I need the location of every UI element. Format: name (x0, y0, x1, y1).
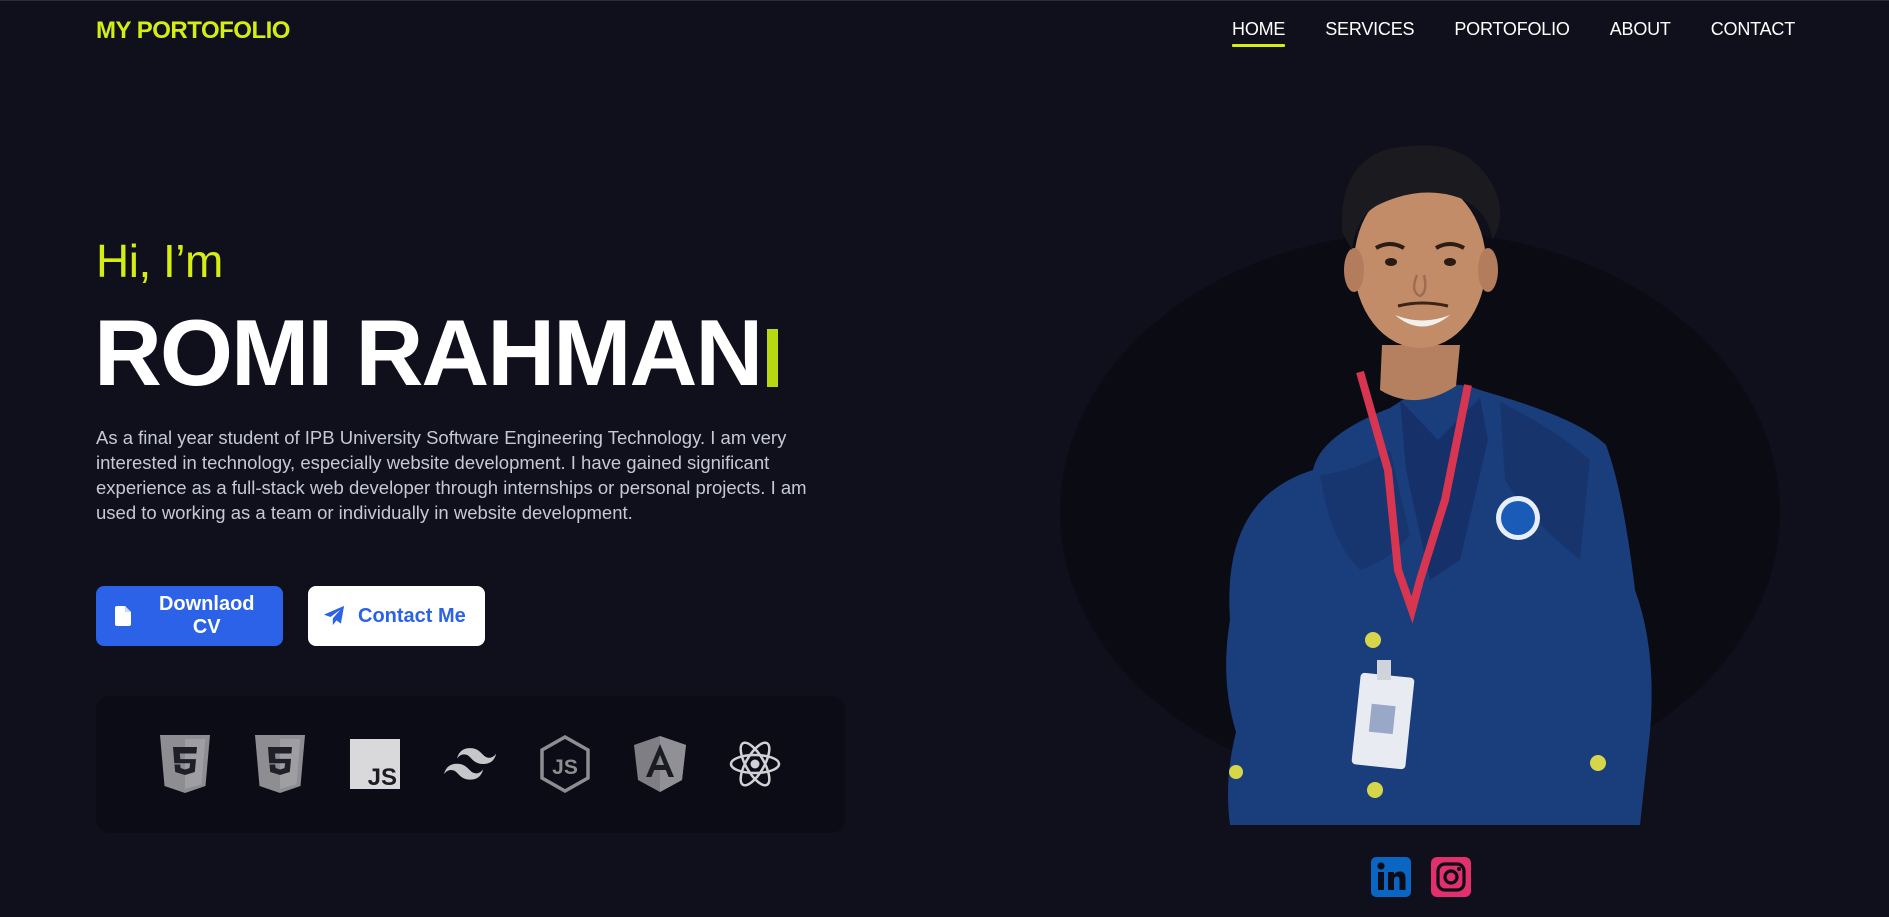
svg-text:JS: JS (552, 756, 578, 779)
file-icon (112, 604, 134, 628)
angular-icon (633, 734, 687, 794)
instagram-icon (1431, 857, 1471, 897)
tailwind-icon (443, 734, 497, 794)
linkedin-link[interactable] (1371, 857, 1411, 897)
html5-icon (158, 734, 212, 794)
linkedin-icon (1371, 857, 1411, 897)
download-cv-label: Downlaod CV (158, 593, 255, 638)
hero-name: ROMI RAHMAN (94, 306, 779, 400)
typing-cursor (767, 329, 779, 387)
nav-services[interactable]: SERVICES (1325, 19, 1414, 46)
svg-text:JS: JS (368, 764, 397, 789)
instagram-link[interactable] (1431, 857, 1471, 897)
css3-icon (253, 734, 307, 794)
hero-bio: As a final year student of IPB Universit… (96, 427, 807, 523)
navbar: MY PORTOFOLIO HOME SERVICES PORTOFOLIO A… (0, 0, 1889, 62)
profile-photo (1226, 145, 1652, 825)
profile-portrait (1060, 140, 1780, 825)
contact-me-button[interactable]: Contact Me (308, 586, 485, 646)
nav-portofolio[interactable]: PORTOFOLIO (1454, 19, 1570, 46)
nav-about[interactable]: ABOUT (1610, 19, 1671, 46)
hero-greeting: Hi, I’m (96, 235, 223, 287)
nodejs-icon: JS (538, 734, 592, 794)
javascript-icon: JS (348, 734, 402, 794)
contact-me-label: Contact Me (358, 604, 466, 627)
react-icon (728, 734, 782, 794)
paper-plane-icon (322, 604, 346, 628)
nav-contact[interactable]: CONTACT (1711, 19, 1795, 46)
download-cv-button[interactable]: Downlaod CV (96, 586, 283, 646)
hero-name-text: ROMI RAHMAN (94, 300, 763, 405)
nav-home[interactable]: HOME (1232, 19, 1286, 47)
site-logo[interactable]: MY PORTOFOLIO (96, 17, 290, 45)
tech-stack-panel: JS JS (96, 696, 845, 833)
nav-menu: HOME SERVICES PORTOFOLIO ABOUT CONTACT (1232, 19, 1795, 47)
